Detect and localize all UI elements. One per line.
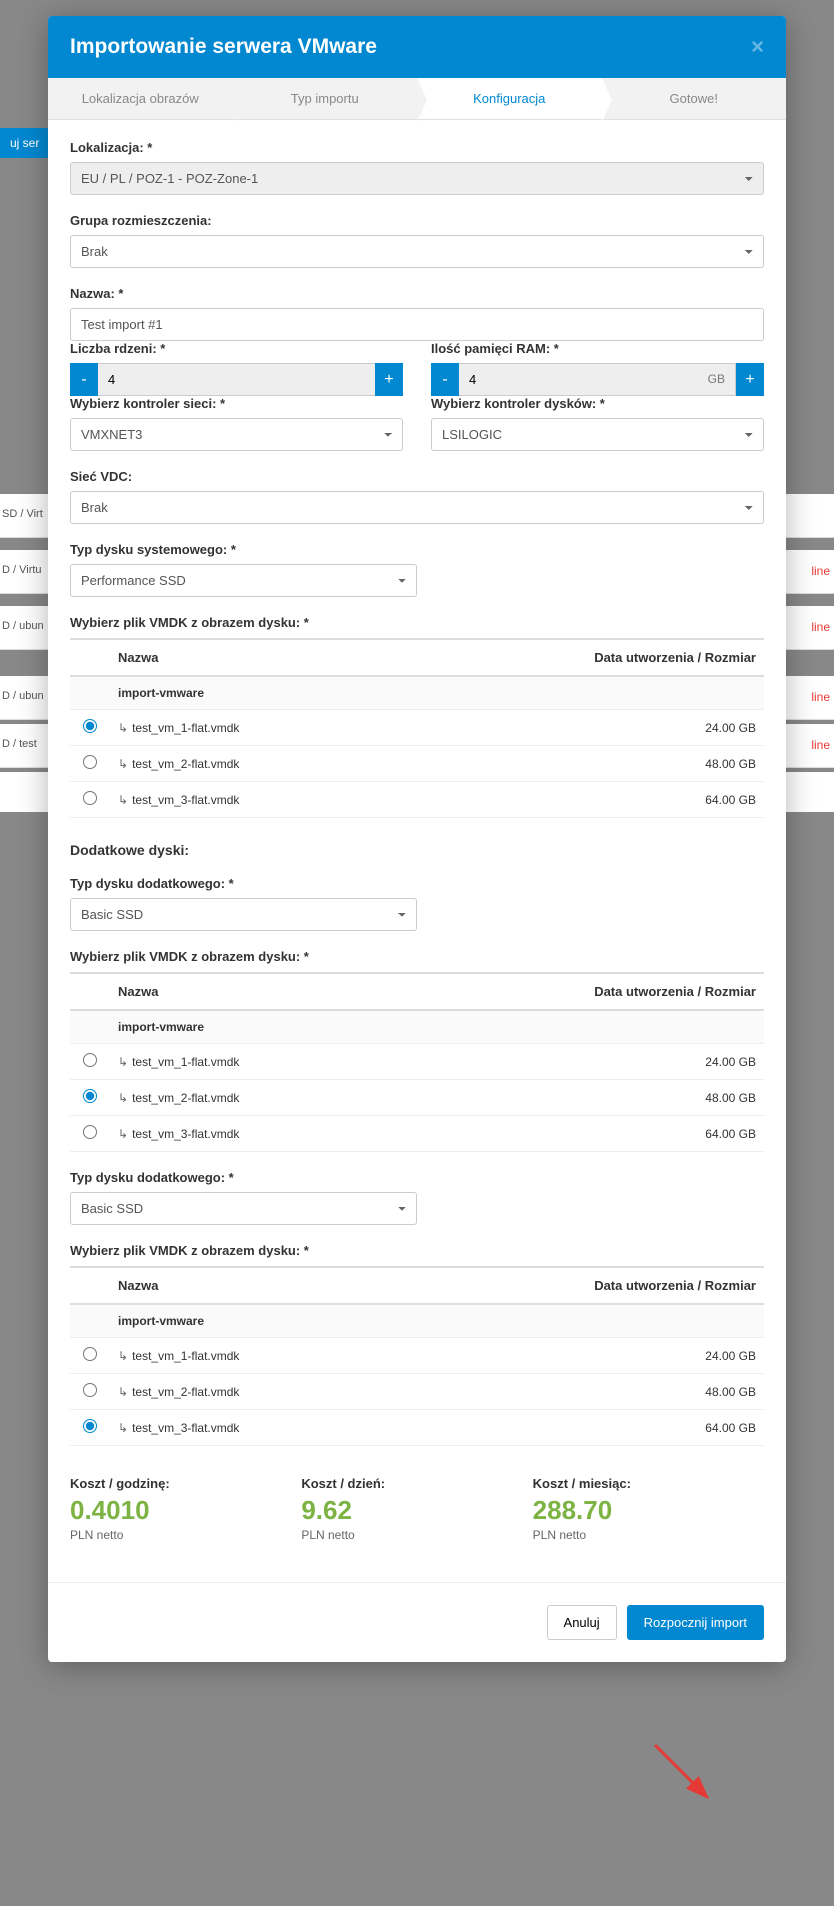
vmdk2-radio-0[interactable]	[83, 1053, 97, 1067]
folder-row: import-vmware	[70, 676, 764, 710]
indent-icon: ↳	[118, 1055, 128, 1069]
adddisk-select-2[interactable]: Basic SSD	[70, 1192, 417, 1225]
label-name: Nazwa: *	[70, 286, 764, 301]
vmdk3-radio-0[interactable]	[83, 1347, 97, 1361]
modal-footer: Anuluj Rozpocznij import	[48, 1582, 786, 1662]
folder-row: import-vmware	[70, 1304, 764, 1338]
table-row[interactable]: ↳test_vm_2-flat.vmdk48.00 GB	[70, 1374, 764, 1410]
import-modal: Importowanie serwera VMware × Lokalizacj…	[48, 16, 786, 1662]
cost-month-unit: PLN netto	[533, 1528, 764, 1542]
cores-plus[interactable]: +	[375, 363, 403, 396]
label-ram: Ilość pamięci RAM: *	[431, 341, 764, 356]
cost-day-label: Koszt / dzień:	[301, 1476, 532, 1491]
ram-input[interactable]	[459, 363, 698, 396]
indent-icon: ↳	[118, 757, 128, 771]
table-row[interactable]: ↳test_vm_2-flat.vmdk48.00 GB	[70, 746, 764, 782]
table-row[interactable]: ↳test_vm_2-flat.vmdk48.00 GB	[70, 1080, 764, 1116]
label-vdc: Sieć VDC:	[70, 469, 764, 484]
wizard-steps: Lokalizacja obrazów Typ importu Konfigur…	[48, 78, 786, 120]
vmdk3-radio-2[interactable]	[83, 1419, 97, 1433]
modal-title: Importowanie serwera VMware	[70, 35, 377, 59]
label-placement: Grupa rozmieszczenia:	[70, 213, 764, 228]
col-date: Data utworzenia / Rozmiar	[395, 973, 764, 1010]
vmdk1-radio-1[interactable]	[83, 755, 97, 769]
indent-icon: ↳	[118, 793, 128, 807]
label-location: Lokalizacja: *	[70, 140, 764, 155]
cost-hour-value: 0.4010	[70, 1495, 301, 1526]
ram-minus[interactable]: -	[431, 363, 459, 396]
label-vmdk-3: Wybierz plik VMDK z obrazem dysku: *	[70, 1243, 764, 1258]
cores-input[interactable]	[98, 363, 375, 396]
diskctrl-select[interactable]: LSILOGIC	[431, 418, 764, 451]
cores-stepper: - +	[70, 363, 403, 396]
vmdk-table-1: NazwaData utworzenia / Rozmiar import-vm…	[70, 638, 764, 818]
adddisk-select-1[interactable]: Basic SSD	[70, 898, 417, 931]
table-row[interactable]: ↳test_vm_1-flat.vmdk24.00 GB	[70, 1044, 764, 1080]
cost-hour-unit: PLN netto	[70, 1528, 301, 1542]
vmdk-table-2: NazwaData utworzenia / Rozmiar import-vm…	[70, 972, 764, 1152]
cost-hour-label: Koszt / godzinę:	[70, 1476, 301, 1491]
netctrl-select[interactable]: VMXNET3	[70, 418, 403, 451]
table-row[interactable]: ↳test_vm_3-flat.vmdk64.00 GB	[70, 1116, 764, 1152]
table-row[interactable]: ↳test_vm_3-flat.vmdk64.00 GB	[70, 782, 764, 818]
col-name: Nazwa	[110, 973, 395, 1010]
label-vmdk-2: Wybierz plik VMDK z obrazem dysku: *	[70, 949, 764, 964]
col-date: Data utworzenia / Rozmiar	[395, 639, 764, 676]
table-row[interactable]: ↳test_vm_1-flat.vmdk24.00 GB	[70, 710, 764, 746]
vmdk1-radio-0[interactable]	[83, 719, 97, 733]
cost-day-value: 9.62	[301, 1495, 532, 1526]
cancel-button[interactable]: Anuluj	[547, 1605, 617, 1640]
table-row[interactable]: ↳test_vm_1-flat.vmdk24.00 GB	[70, 1338, 764, 1374]
label-adddisk-2: Typ dysku dodatkowego: *	[70, 1170, 764, 1185]
ram-plus[interactable]: +	[736, 363, 764, 396]
name-input[interactable]	[70, 308, 764, 341]
modal-header: Importowanie serwera VMware ×	[48, 16, 786, 78]
close-icon[interactable]: ×	[751, 34, 764, 60]
step-done[interactable]: Gotowe!	[602, 78, 787, 119]
vdc-select[interactable]: Brak	[70, 491, 764, 524]
label-cores: Liczba rdzeni: *	[70, 341, 403, 356]
placement-select[interactable]: Brak	[70, 235, 764, 268]
indent-icon: ↳	[118, 721, 128, 735]
vmdk2-radio-1[interactable]	[83, 1089, 97, 1103]
bg-button: uj ser	[0, 128, 49, 158]
label-netctrl: Wybierz kontroler sieci: *	[70, 396, 403, 411]
vmdk2-radio-2[interactable]	[83, 1125, 97, 1139]
cost-day-unit: PLN netto	[301, 1528, 532, 1542]
start-import-button[interactable]: Rozpocznij import	[627, 1605, 764, 1640]
label-vmdk-1: Wybierz plik VMDK z obrazem dysku: *	[70, 615, 764, 630]
col-name: Nazwa	[110, 1267, 395, 1304]
cost-month-label: Koszt / miesiąc:	[533, 1476, 764, 1491]
arrow-annotation-icon	[650, 1740, 720, 1810]
indent-icon: ↳	[118, 1385, 128, 1399]
indent-icon: ↳	[118, 1127, 128, 1141]
col-date: Data utworzenia / Rozmiar	[395, 1267, 764, 1304]
cores-minus[interactable]: -	[70, 363, 98, 396]
additional-disks-heading: Dodatkowe dyski:	[70, 842, 764, 858]
vmdk1-radio-2[interactable]	[83, 791, 97, 805]
vmdk-table-3: NazwaData utworzenia / Rozmiar import-vm…	[70, 1266, 764, 1446]
indent-icon: ↳	[118, 1421, 128, 1435]
indent-icon: ↳	[118, 1349, 128, 1363]
cost-month-value: 288.70	[533, 1495, 764, 1526]
table-row[interactable]: ↳test_vm_3-flat.vmdk64.00 GB	[70, 1410, 764, 1446]
ram-unit: GB	[698, 363, 736, 396]
label-diskctrl: Wybierz kontroler dysków: *	[431, 396, 764, 411]
cost-row: Koszt / godzinę: 0.4010 PLN netto Koszt …	[70, 1476, 764, 1542]
location-select[interactable]: EU / PL / POZ-1 - POZ-Zone-1	[70, 162, 764, 195]
col-name: Nazwa	[110, 639, 395, 676]
step-config[interactable]: Konfiguracja	[417, 78, 602, 119]
step-type[interactable]: Typ importu	[233, 78, 418, 119]
sysdisk-select[interactable]: Performance SSD	[70, 564, 417, 597]
label-sysdisk: Typ dysku systemowego: *	[70, 542, 764, 557]
step-location[interactable]: Lokalizacja obrazów	[48, 78, 233, 119]
indent-icon: ↳	[118, 1091, 128, 1105]
ram-stepper: - GB +	[431, 363, 764, 396]
folder-row: import-vmware	[70, 1010, 764, 1044]
label-adddisk-1: Typ dysku dodatkowego: *	[70, 876, 764, 891]
vmdk3-radio-1[interactable]	[83, 1383, 97, 1397]
